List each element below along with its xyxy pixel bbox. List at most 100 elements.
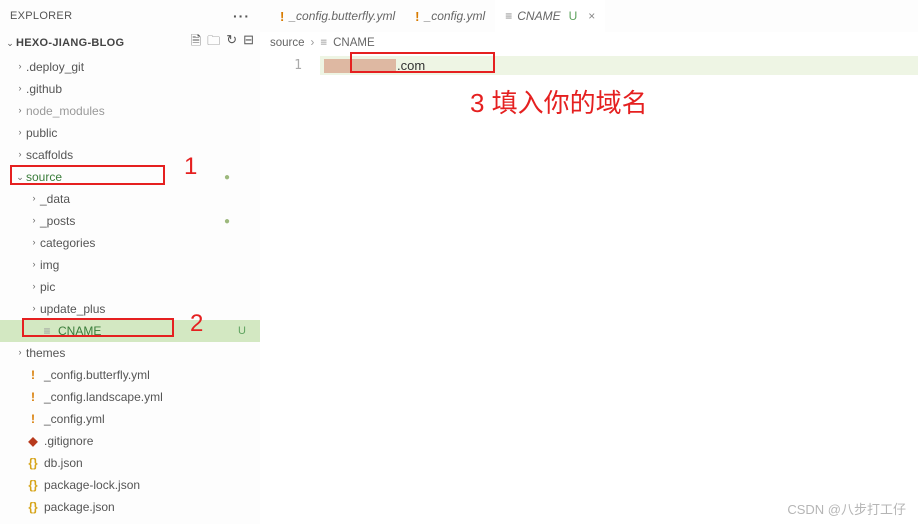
tree-item-label: update_plus (40, 302, 105, 316)
tree-item-node_modules[interactable]: node_modules (0, 100, 260, 122)
tree-item-label: scaffolds (26, 148, 73, 162)
editor-tabs: ! _config.butterfly.yml! _config.yml ≡ CNAME… (260, 0, 918, 32)
tree-item-themes[interactable]: themes (0, 342, 260, 364)
tab-label: _config.yml (425, 9, 486, 23)
breadcrumb-item[interactable]: CNAME (333, 37, 375, 49)
chevron-right-icon (14, 62, 26, 72)
refresh-icon[interactable]: ↻ (226, 32, 237, 54)
json-file-icon: {} (26, 478, 40, 492)
sidebar: ⌄ HEXO-JIANG-BLOG 🗎 🗀 ↻ ⊟ .deploy_git .gi… (0, 32, 260, 524)
tree-item-_config.yml[interactable]: ! _config.yml (0, 408, 260, 430)
chevron-right-icon (14, 84, 26, 94)
git-status-badge: U (238, 325, 246, 337)
tab-label: _config.butterfly.yml (289, 9, 395, 23)
tree-item-update_plus[interactable]: update_plus (0, 298, 260, 320)
tree-item-categories[interactable]: categories (0, 232, 260, 254)
breadcrumb[interactable]: source › ≡ CNAME (260, 32, 918, 54)
tab-_config.butterfly.yml[interactable]: ! _config.butterfly.yml (270, 0, 405, 32)
code-line[interactable]: .com (320, 56, 918, 75)
tree-item-scaffolds[interactable]: scaffolds (0, 144, 260, 166)
tree-item-.deploy_git[interactable]: .deploy_git (0, 56, 260, 78)
chevron-right-icon (14, 106, 26, 116)
text-file-icon: ≡ (320, 37, 327, 49)
tree-item-db.json[interactable]: {} db.json (0, 452, 260, 474)
git-status-badge: U (569, 9, 578, 23)
chevron-right-icon (14, 150, 26, 160)
tree-item-label: img (40, 258, 59, 272)
chevron-right-icon (28, 282, 40, 292)
tree-item-label: _posts (40, 214, 75, 228)
text-file-icon: ≡ (505, 9, 512, 23)
close-icon[interactable]: × (588, 9, 595, 23)
tree-item-_data[interactable]: _data (0, 188, 260, 210)
explorer-header: EXPLORER ··· (0, 0, 260, 32)
tree-item-label: _config.butterfly.yml (44, 368, 150, 382)
tree-item-label: db.json (44, 456, 83, 470)
tree-item-_config.landscape.yml[interactable]: ! _config.landscape.yml (0, 386, 260, 408)
tree-item-package.json[interactable]: {} package.json (0, 496, 260, 518)
code-area[interactable]: 1 .com (260, 54, 918, 75)
tree-item-label: public (26, 126, 57, 140)
new-file-icon[interactable]: 🗎 (191, 32, 201, 54)
tree-item-img[interactable]: img (0, 254, 260, 276)
editor-pane: source › ≡ CNAME 1 .com (260, 32, 918, 524)
yaml-file-icon: ! (26, 368, 40, 382)
tree-item-public[interactable]: public (0, 122, 260, 144)
chevron-right-icon (28, 216, 40, 226)
tab-CNAME[interactable]: ≡ CNAME U × (495, 0, 605, 32)
tree-item-label: _data (40, 192, 70, 206)
new-folder-icon[interactable]: 🗀 (207, 32, 220, 54)
watermark: CSDN @八步打工仔 (787, 499, 906, 518)
git-modified-icon: ● (224, 216, 230, 227)
yaml-file-icon: ! (415, 9, 419, 24)
tree-item-label: source (26, 170, 62, 184)
json-file-icon: {} (26, 500, 40, 514)
line-number: 1 (260, 54, 320, 75)
tree-item-label: node_modules (26, 104, 105, 118)
chevron-right-icon (28, 304, 40, 314)
chevron-right-icon (28, 238, 40, 248)
chevron-right-icon (28, 194, 40, 204)
tab-label: CNAME (517, 9, 560, 23)
json-file-icon: {} (26, 456, 40, 470)
chevron-right-icon (14, 128, 26, 138)
tree-item-label: package-lock.json (44, 478, 140, 492)
chevron-right-icon (28, 260, 40, 270)
tree-item-source[interactable]: source● (0, 166, 260, 188)
domain-suffix: .com (397, 58, 425, 73)
tree-item-label: CNAME (58, 324, 101, 338)
tree-item-.github[interactable]: .github (0, 78, 260, 100)
tree-item-.gitignore[interactable]: ◆ .gitignore (0, 430, 260, 452)
tree-item-package-lock.json[interactable]: {} package-lock.json (0, 474, 260, 496)
collapse-icon[interactable]: ⊟ (243, 32, 254, 54)
breadcrumb-item[interactable]: source (270, 37, 305, 49)
file-tree: .deploy_git .github node_modulespublic scaf… (0, 56, 260, 518)
tree-item-label: _config.yml (44, 412, 105, 426)
obscured-domain (324, 59, 396, 73)
tree-item-_config.butterfly.yml[interactable]: ! _config.butterfly.yml (0, 364, 260, 386)
tree-item-label: _config.landscape.yml (44, 390, 163, 404)
chevron-down-icon (14, 172, 26, 183)
explorer-title: EXPLORER (10, 10, 72, 22)
tree-item-_posts[interactable]: _posts ● (0, 210, 260, 232)
tree-item-label: themes (26, 346, 65, 360)
explorer-more-icon[interactable]: ··· (233, 8, 250, 24)
tree-item-label: .gitignore (44, 434, 93, 448)
tree-item-label: package.json (44, 500, 115, 514)
yaml-file-icon: ! (26, 412, 40, 426)
yaml-file-icon: ! (26, 390, 40, 404)
git-file-icon: ◆ (26, 434, 40, 448)
tree-item-label: categories (40, 236, 95, 250)
tree-item-label: .github (26, 82, 62, 96)
tree-item-CNAME[interactable]: ≡ CNAME U (0, 320, 260, 342)
chevron-down-icon: ⌄ (4, 38, 16, 49)
text-file-icon: ≡ (40, 324, 54, 338)
tree-item-label: pic (40, 280, 55, 294)
project-row[interactable]: ⌄ HEXO-JIANG-BLOG 🗎 🗀 ↻ ⊟ (0, 32, 260, 54)
tab-_config.yml[interactable]: ! _config.yml (405, 0, 495, 32)
project-name: HEXO-JIANG-BLOG (16, 37, 124, 49)
chevron-right-icon: › (311, 37, 315, 49)
chevron-right-icon (14, 348, 26, 358)
tree-item-pic[interactable]: pic (0, 276, 260, 298)
yaml-file-icon: ! (280, 9, 284, 24)
